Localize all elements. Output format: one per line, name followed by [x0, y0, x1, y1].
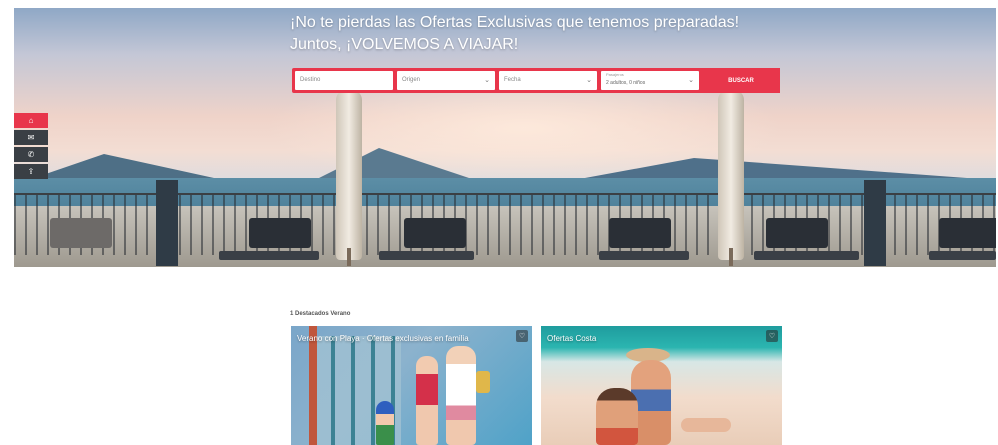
side-phone-button[interactable]: ✆ — [14, 147, 48, 162]
origin-placeholder: Origen — [402, 77, 421, 83]
lounger-4-base — [599, 251, 689, 260]
share-icon: ⇪ — [27, 167, 35, 176]
chevron-down-icon: ⌄ — [688, 77, 694, 84]
card-1-person-child — [416, 356, 438, 445]
side-mail-button[interactable]: ✉ — [14, 130, 48, 145]
lounger-5-base — [754, 251, 859, 260]
lounger-6-base — [929, 251, 996, 260]
date-placeholder: Fecha — [504, 77, 521, 83]
lounger-4 — [609, 218, 671, 248]
card-1-person-kid — [376, 401, 394, 445]
lounger-3-base — [379, 251, 474, 260]
chevron-down-icon: ⌄ — [484, 77, 490, 84]
favorite-icon[interactable]: ♡ — [766, 330, 778, 342]
card-1-person-adult — [446, 346, 476, 445]
card-caption: Ofertas Costa — [547, 334, 597, 343]
card-1-bag — [476, 371, 490, 393]
umbrella-left — [336, 90, 362, 260]
lounger-5 — [766, 218, 828, 248]
mountain-right — [574, 158, 994, 180]
lounger-2 — [249, 218, 311, 248]
destination-field[interactable]: Destino — [295, 71, 393, 90]
card-2-person-2 — [596, 388, 638, 445]
card-caption: Verano con Playa · Ofertas exclusivas en… — [297, 334, 469, 343]
destination-card[interactable]: Ofertas Costa ♡ — [541, 326, 782, 445]
passengers-label: Pasajeros — [606, 72, 624, 77]
favorite-icon[interactable]: ♡ — [516, 330, 528, 342]
umbrella-pole-left — [347, 248, 351, 266]
passengers-value: 2 adultos, 0 niños — [606, 80, 646, 86]
destination-card[interactable]: Verano con Playa · Ofertas exclusivas en… — [291, 326, 532, 445]
post-right — [864, 180, 886, 266]
chevron-down-icon: ⌄ — [586, 77, 592, 84]
side-home-button[interactable]: ⌂ — [14, 113, 48, 128]
passengers-field[interactable]: Pasajeros 2 adultos, 0 niños ⌄ — [601, 71, 699, 90]
search-bar: Destino Origen ⌄ Fecha ⌄ Pasajeros 2 adu… — [292, 68, 780, 93]
section-title: 1 Destacados Verano — [290, 311, 351, 317]
lounger-2-base — [219, 251, 319, 260]
phone-icon: ✆ — [27, 150, 35, 159]
destination-placeholder: Destino — [300, 77, 321, 83]
umbrella-right — [718, 90, 744, 260]
home-icon: ⌂ — [28, 116, 34, 125]
date-field[interactable]: Fecha ⌄ — [499, 71, 597, 90]
side-widget: ⌂ ✉ ✆ ⇪ — [14, 113, 48, 181]
mail-icon: ✉ — [27, 133, 35, 142]
lounger-6 — [939, 218, 996, 248]
side-share-button[interactable]: ⇪ — [14, 164, 48, 179]
search-button[interactable]: BUSCAR — [702, 68, 780, 93]
lounger-3 — [404, 218, 466, 248]
mountain-left — [34, 154, 214, 178]
umbrella-pole-right — [729, 248, 733, 266]
hero-title: ¡No te pierdas las Ofertas Exclusivas qu… — [290, 14, 740, 53]
card-2-sand-hand — [681, 418, 731, 432]
lounger-1 — [50, 218, 112, 248]
origin-field[interactable]: Origen ⌄ — [397, 71, 495, 90]
post-left — [156, 180, 178, 266]
